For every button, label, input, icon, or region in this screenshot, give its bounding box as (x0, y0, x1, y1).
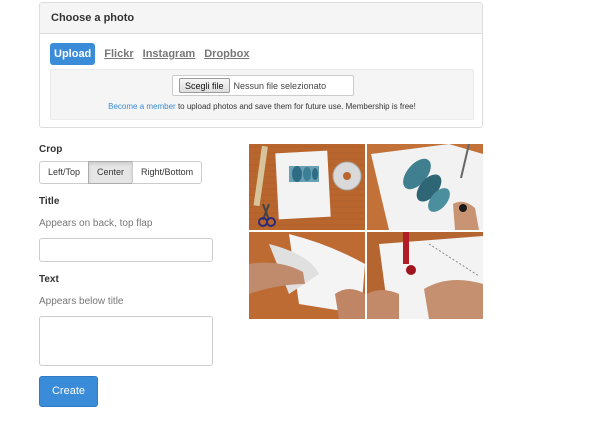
text-label: Text (39, 274, 59, 285)
membership-text: to upload photos and save them for futur… (175, 102, 416, 111)
upload-area: Scegli file Nessun file selezionato Beco… (50, 69, 474, 120)
file-picker[interactable]: Scegli file Nessun file selezionato (172, 75, 354, 96)
tab-instagram[interactable]: Instagram (143, 43, 196, 65)
title-help: Appears on back, top flap (39, 218, 153, 229)
text-help: Appears below title (39, 296, 124, 307)
crop-label: Crop (39, 144, 63, 155)
preview-photo (249, 144, 483, 319)
title-label: Title (39, 196, 60, 207)
crop-center-button[interactable]: Center (88, 161, 134, 184)
become-member-link[interactable]: Become a member (108, 102, 176, 111)
membership-note: Become a member to upload photos and sav… (51, 102, 473, 111)
tab-upload[interactable]: Upload (50, 43, 96, 65)
file-status-text: Nessun file selezionato (233, 80, 327, 91)
choose-file-button[interactable]: Scegli file (179, 78, 230, 93)
create-button[interactable]: Create (39, 376, 98, 407)
text-textarea[interactable] (39, 316, 213, 366)
panel-title: Choose a photo (40, 3, 482, 34)
source-tabs: Upload Flickr Instagram Dropbox (50, 43, 258, 65)
tab-dropbox[interactable]: Dropbox (204, 43, 249, 65)
crop-right-bottom-button[interactable]: Right/Bottom (132, 161, 203, 184)
choose-photo-panel: Choose a photo Upload Flickr Instagram D… (39, 2, 483, 128)
photo-collage-icon (249, 144, 483, 319)
tab-flickr[interactable]: Flickr (104, 43, 133, 65)
title-input[interactable] (39, 238, 213, 262)
crop-button-group: Left/Top Center Right/Bottom (39, 161, 203, 184)
crop-left-top-button[interactable]: Left/Top (39, 161, 90, 184)
